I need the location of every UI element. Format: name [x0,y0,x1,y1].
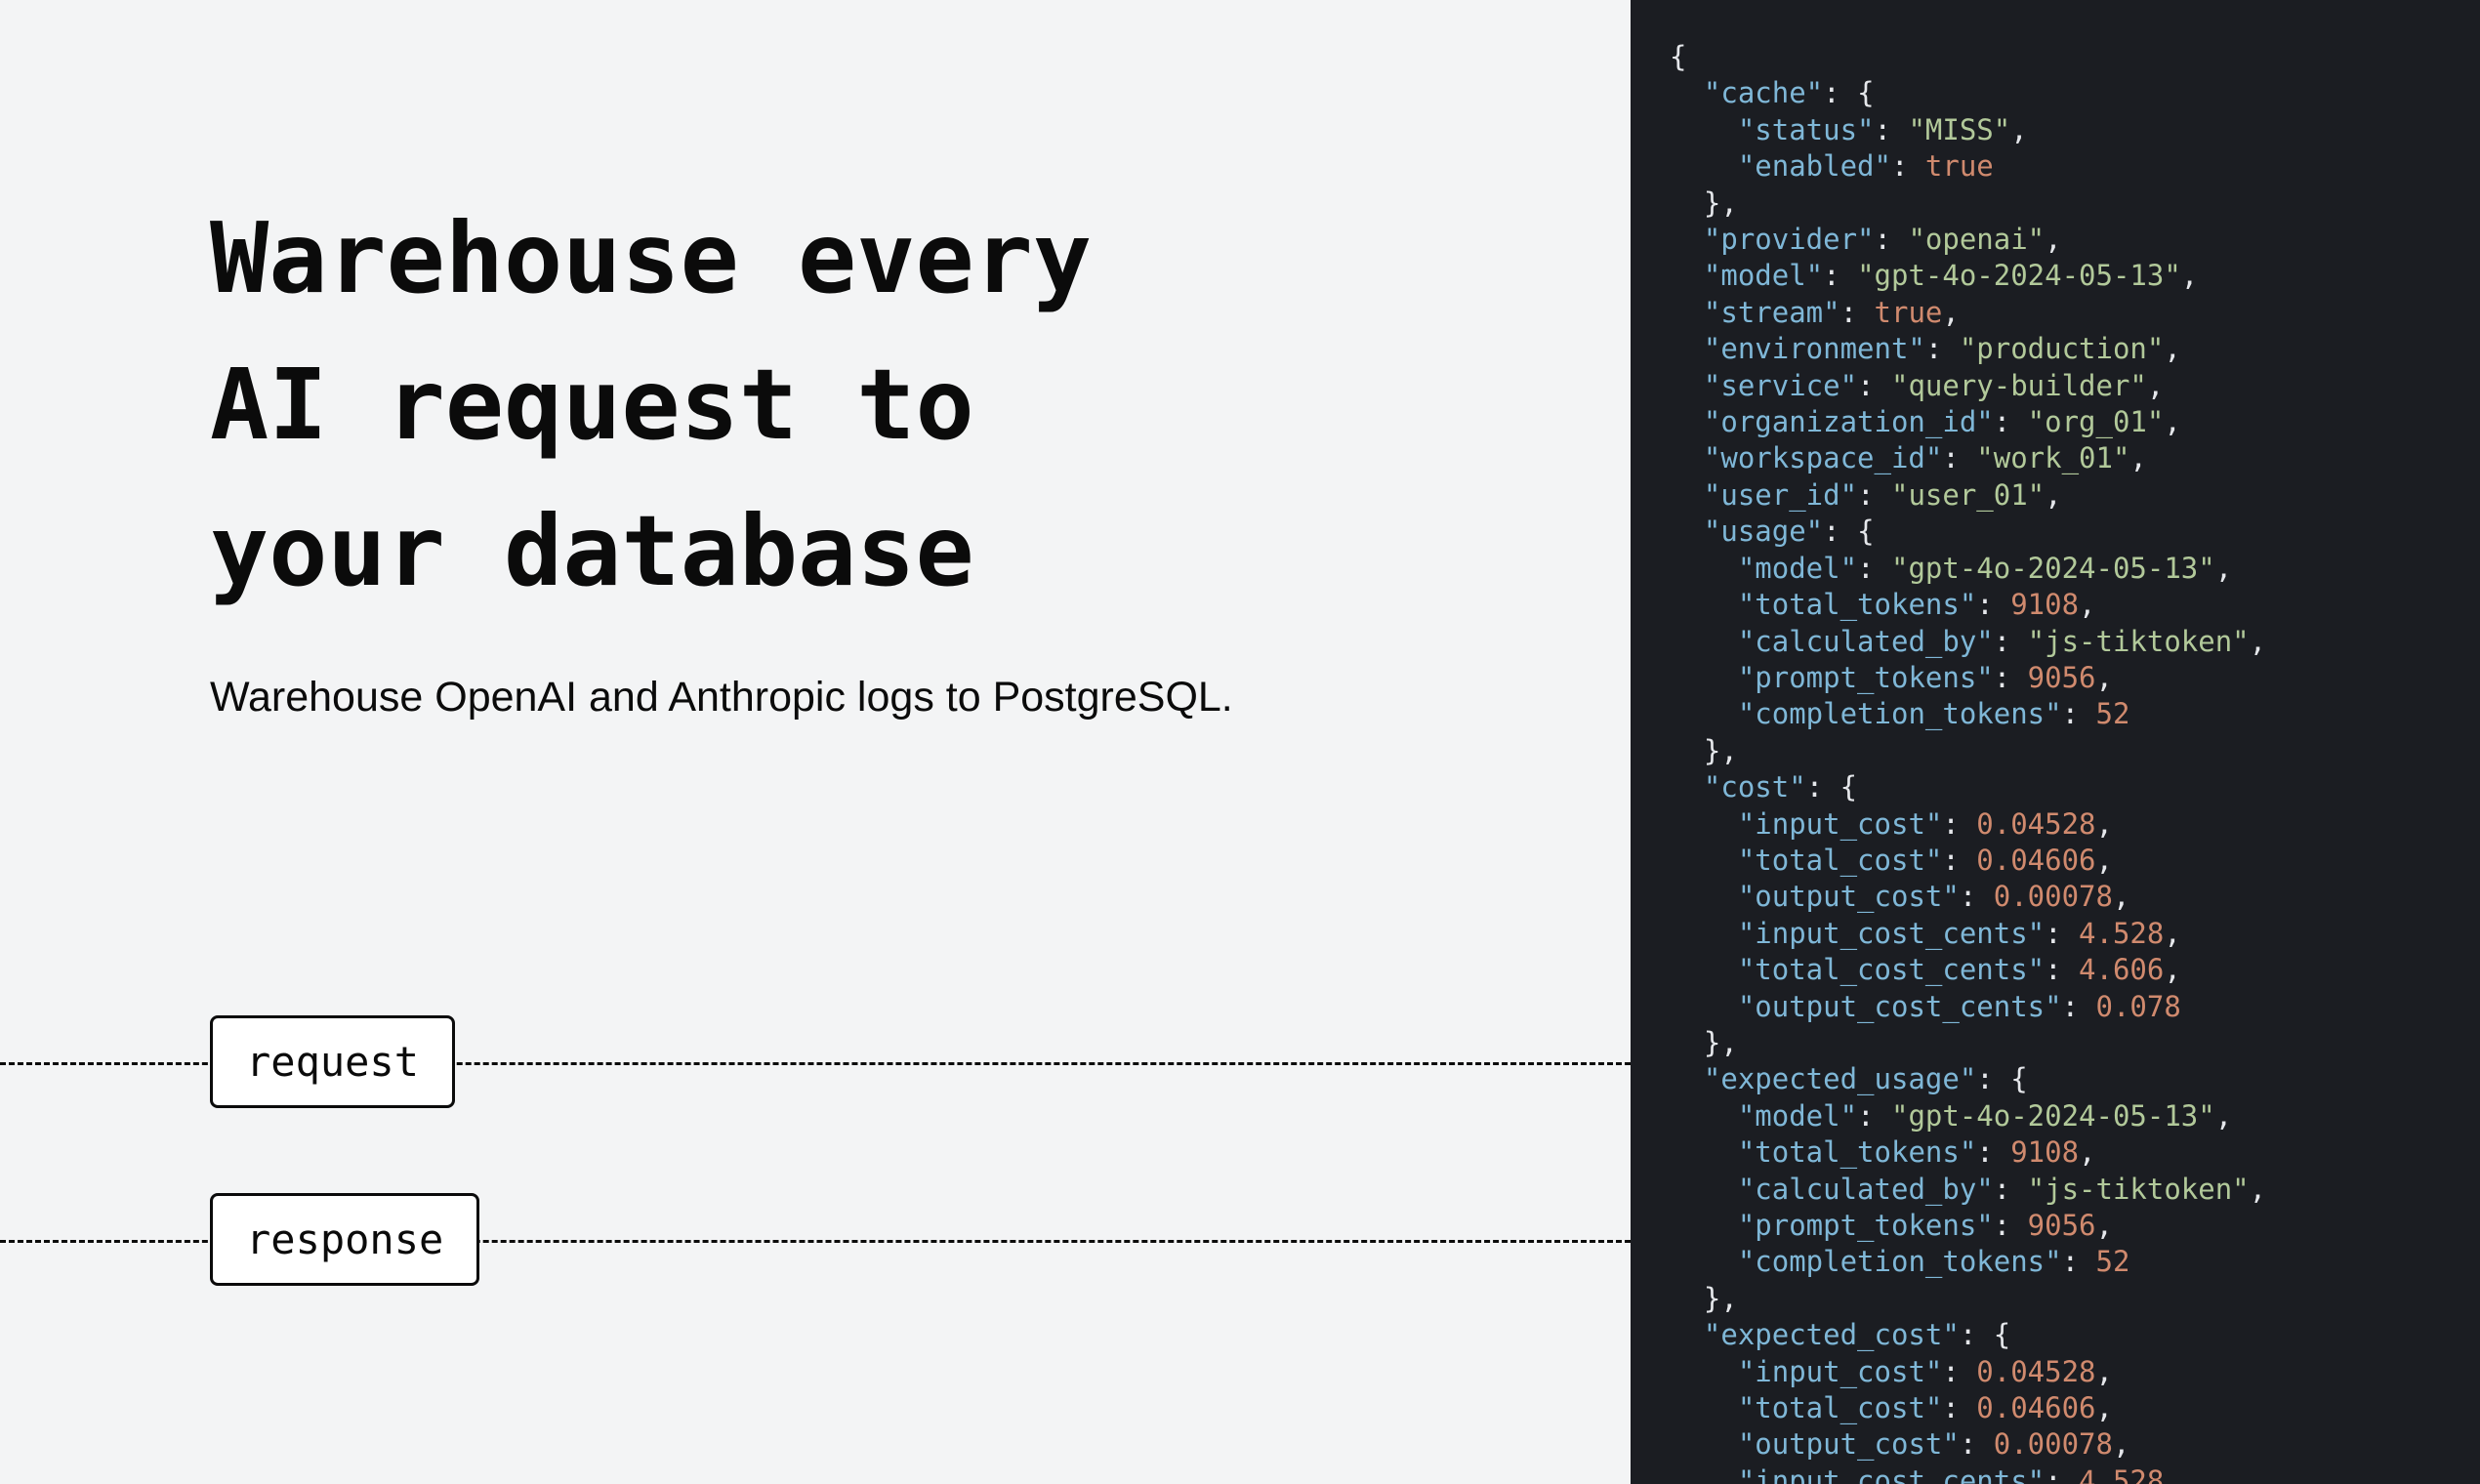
page-title-line3: your database [210,494,974,608]
page-title: Warehouse every AI request to your datab… [210,186,1092,625]
json-code-block: { "cache": { "status": "MISS", "enabled"… [1670,39,2459,1484]
page-subtitle: Warehouse OpenAI and Anthropic logs to P… [210,674,1233,721]
json-code-panel: { "cache": { "status": "MISS", "enabled"… [1631,0,2480,1484]
response-label: response [210,1193,479,1286]
page-title-line1: Warehouse every [210,201,1092,315]
page-title-line2: AI request to [210,348,974,462]
hero-panel: Warehouse every AI request to your datab… [0,0,1631,1484]
request-label: request [210,1015,455,1108]
